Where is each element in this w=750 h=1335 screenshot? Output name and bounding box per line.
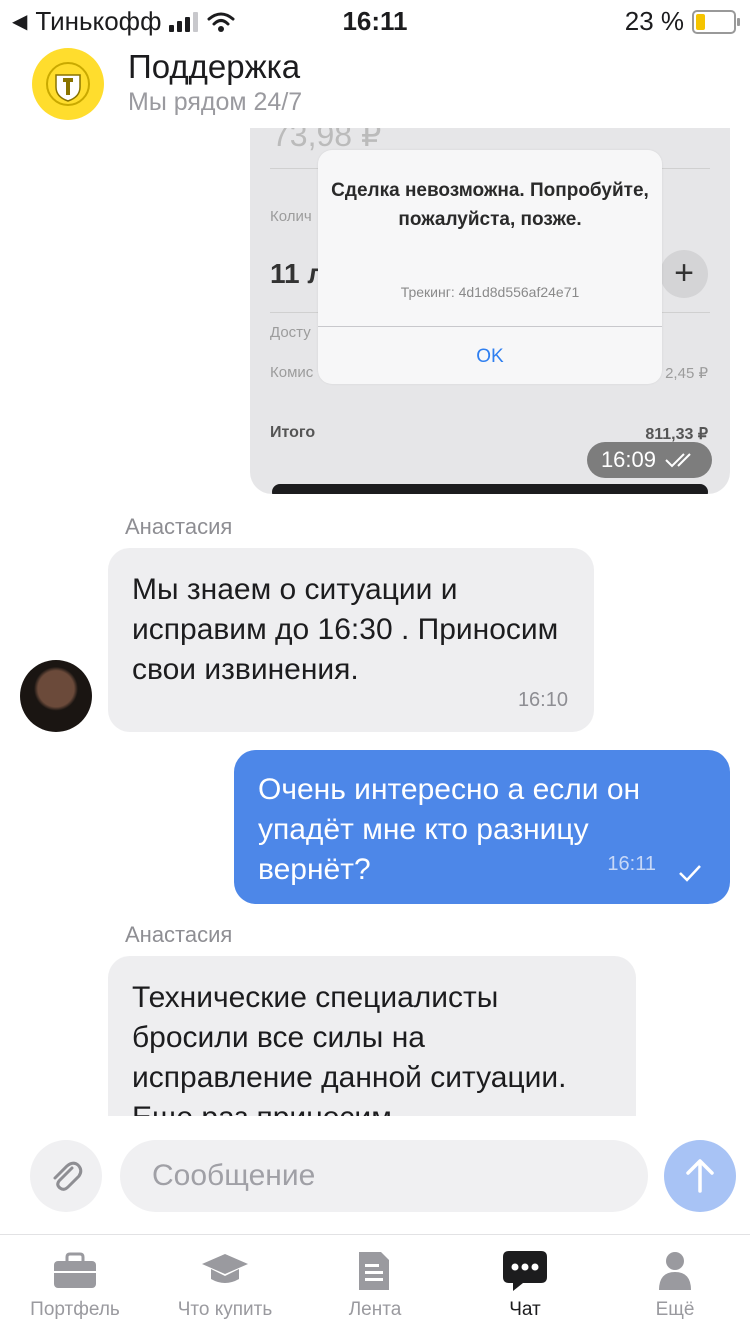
attachment-total-label: Итого	[270, 424, 316, 441]
tab-what-to-buy[interactable]: Что купить	[150, 1243, 300, 1333]
tab-label: Чат	[509, 1299, 541, 1320]
check-icon	[679, 865, 701, 882]
attachment-time: 16:09	[600, 447, 656, 472]
alert-ok-button: OK	[476, 346, 504, 367]
battery-percent: 23 %	[624, 6, 684, 36]
alert-tracking: Трекинг: 4d1d8d556af24e71	[400, 284, 580, 300]
bank-logo[interactable]	[32, 48, 104, 120]
outgoing-message[interactable]: Очень интересно а если он упадёт мне кто…	[234, 750, 730, 904]
tab-chat[interactable]: Чат	[450, 1243, 600, 1333]
news-feed-icon	[359, 1252, 389, 1290]
paperclip-icon	[53, 1161, 83, 1191]
double-check-icon	[665, 453, 691, 468]
chat-icon	[503, 1251, 547, 1291]
tab-label: Портфель	[30, 1299, 120, 1320]
plus-icon: +	[660, 250, 708, 298]
error-alert-dialog: Сделка невозможна. Попробуйте, пожалуйст…	[318, 150, 662, 384]
attachment-total-value: 811,33 ₽	[645, 426, 708, 443]
tab-portfolio[interactable]: Портфель	[0, 1243, 150, 1333]
attach-button[interactable]	[30, 1140, 102, 1212]
attachment-bottom-button	[272, 484, 708, 494]
alert-title: Сделка невозможна. Попробуйте, пожалуйст…	[331, 180, 649, 230]
chat-messages[interactable]: 73,98 ₽ Колич 11 л + Досту Комис 2,45 ₽ …	[0, 128, 750, 1116]
message-sender: Анастасия	[125, 514, 233, 539]
briefcase-icon	[54, 1252, 96, 1288]
tab-label: Что купить	[177, 1299, 273, 1320]
tab-label: Лента	[348, 1299, 402, 1320]
attachment-qty-value: 11 л	[270, 258, 326, 289]
message-time: 16:10	[517, 689, 568, 711]
incoming-message[interactable]: Мы знаем о ситуации и исправим до 16:30 …	[108, 548, 594, 732]
agent-avatar[interactable]	[20, 660, 92, 732]
tab-label: Ещё	[655, 1299, 695, 1320]
bank-emblem-icon	[46, 62, 90, 106]
attachment-qty-label: Колич	[270, 208, 312, 225]
attachment-fee-label: Комис	[270, 364, 314, 381]
attachment-fee-value: 2,45 ₽	[665, 365, 708, 382]
profile-icon	[659, 1252, 691, 1290]
chat-title: Поддержка	[128, 48, 301, 85]
tab-bar: Портфель Что купить Лента Чат Ещё	[0, 1234, 750, 1335]
screenshot-attachment[interactable]: 73,98 ₽ Колич 11 л + Досту Комис 2,45 ₽ …	[250, 128, 730, 494]
message-sender: Анастасия	[125, 922, 233, 947]
battery-level	[696, 13, 706, 30]
battery-icon	[692, 9, 740, 34]
message-time: 16:11	[607, 853, 656, 875]
tab-more[interactable]: Ещё	[600, 1243, 750, 1333]
message-input[interactable]: Сообщение	[120, 1140, 648, 1212]
alert-divider	[318, 326, 662, 327]
tab-feed[interactable]: Лента	[300, 1243, 450, 1333]
message-text: Технические специалисты бросили все силы…	[132, 981, 567, 1116]
status-right: 23 %	[624, 6, 740, 37]
arrow-up-icon	[686, 1159, 714, 1193]
status-bar: ◀ Тинькофф 16:11 23 %	[0, 0, 750, 42]
attachment-available-label: Досту	[270, 324, 311, 341]
message-text: Мы знаем о ситуации и исправим до 16:30 …	[132, 573, 559, 686]
graduation-cap-icon	[202, 1254, 248, 1283]
attachment-timestamp: 16:09	[586, 442, 712, 478]
chat-header: Поддержка Мы рядом 24/7	[0, 46, 750, 126]
incoming-message[interactable]: Технические специалисты бросили все силы…	[108, 956, 636, 1116]
send-button[interactable]	[664, 1140, 736, 1212]
chat-subtitle: Мы рядом 24/7	[128, 88, 303, 116]
message-composer: Сообщение	[0, 1136, 750, 1218]
